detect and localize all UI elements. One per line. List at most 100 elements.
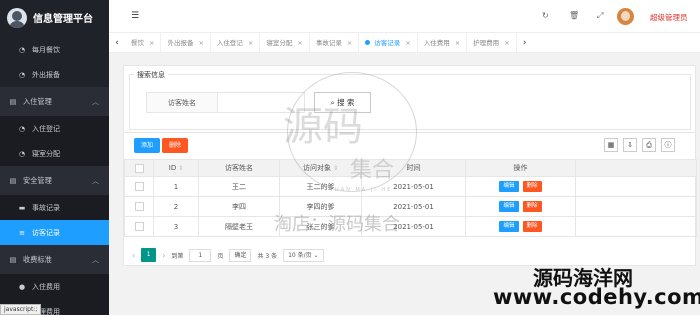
close-icon[interactable]: × (405, 39, 410, 47)
total-count: 共 3 条 (257, 252, 278, 260)
sidebar-item-meals[interactable]: ◔ 每月餐饮 (0, 37, 109, 62)
row-delete-button[interactable]: 删除 (522, 181, 542, 192)
print-icon[interactable]: ⎙ (642, 138, 656, 152)
browser-status-bar: javascript:; (0, 304, 42, 315)
close-icon[interactable]: × (149, 39, 154, 47)
close-icon[interactable]: × (248, 39, 253, 47)
app-root: 信息管理平台 ◔ 每月餐饮 ◔ 外出报备 ▤ 入住管理 ︿ ◔ 入住登记 ◔ 寝… (0, 0, 700, 315)
chevron-up-icon: ︿ (92, 177, 99, 185)
sidebar-group-fees[interactable]: ▤ 收费标准 ︿ (0, 245, 109, 274)
page-input[interactable]: 1 (189, 248, 212, 262)
select-all-checkbox[interactable] (124, 159, 154, 177)
col-header-time: 时间 (361, 159, 466, 177)
top-header: ☰ ↻ 🗑 ⤢ 超级管理员 (109, 0, 700, 33)
next-page-icon[interactable]: › (162, 251, 165, 260)
col-header-target[interactable]: 访问对象 ⇕ (279, 159, 362, 177)
sidebar-item-label: 入住费用 (32, 282, 60, 291)
delete-button[interactable]: 删除 (162, 138, 189, 153)
close-icon[interactable]: × (347, 39, 352, 47)
active-dot-icon (365, 39, 371, 45)
page-label: 页 (217, 252, 224, 260)
add-button[interactable]: 添加 (134, 138, 161, 153)
info-icon[interactable]: ⓘ (661, 138, 675, 152)
row-checkbox[interactable] (124, 176, 154, 197)
tab-visitor-records[interactable]: 访客记录 × (359, 33, 418, 52)
tab-checkin-fee[interactable]: 入住费用 × (418, 33, 468, 52)
visitor-name-label: 访客姓名 (146, 92, 218, 113)
columns-icon[interactable]: ▦ (604, 138, 618, 152)
cell-filler (575, 196, 697, 217)
confirm-page-button[interactable]: 确定 (229, 248, 252, 262)
sidebar-item-visitor-records[interactable]: ≡ 访客记录 (0, 220, 109, 245)
close-icon[interactable]: × (504, 39, 509, 47)
table-panel: 添加 删除 ▦ ⇩ ⎙ ⓘ ID ⇕ 访客姓名 访问对象 ⇕ 时间 操作 1 王… (123, 132, 697, 266)
cell-target: 张三的爹 (279, 216, 362, 237)
cell-actions: 编辑 删除 (465, 216, 576, 237)
close-icon[interactable]: × (297, 39, 302, 47)
app-logo: 信息管理平台 (0, 0, 109, 35)
search-icon: ⌕ (330, 98, 335, 107)
sidebar-group-checkin[interactable]: ▤ 入住管理 ︿ (0, 87, 109, 116)
sidebar-item-room-assign[interactable]: ◔ 寝室分配 (0, 141, 109, 166)
tab-meals[interactable]: 餐饮 × (125, 33, 162, 52)
sidebar-item-label: 每月餐饮 (32, 45, 60, 54)
chevron-down-icon: ⌄ (313, 251, 319, 259)
trash-icon[interactable]: 🗑 (569, 11, 579, 20)
tab-accident-records[interactable]: 事故记录 × (310, 33, 360, 52)
tab-checkin-register[interactable]: 入住登记 × (211, 33, 261, 52)
chevron-up-icon: ︿ (92, 98, 99, 106)
user-avatar[interactable] (617, 8, 634, 25)
page-current[interactable]: 1 (141, 248, 157, 262)
row-delete-button[interactable]: 删除 (522, 201, 542, 212)
row-delete-button[interactable]: 删除 (522, 221, 542, 232)
document-icon: ▤ (9, 176, 17, 185)
edit-button[interactable]: 编辑 (499, 181, 519, 192)
row-checkbox[interactable] (124, 216, 154, 237)
visitor-table: ID⇕ 访客姓名 访问对象⇕ 时间 操作 1 王二 王二的爹 2021-05 (124, 159, 697, 237)
app-title: 信息管理平台 (33, 14, 93, 25)
cell-filler (575, 176, 697, 197)
tab-outing[interactable]: 外出报备 × (161, 33, 211, 52)
sidebar-item-accident-records[interactable]: ▬ 事故记录 (0, 195, 109, 220)
cell-name: 王二 (198, 176, 280, 197)
refresh-icon[interactable]: ↻ (542, 11, 549, 20)
sidebar-item-checkin-fee[interactable]: ● 入住费用 (0, 274, 109, 299)
chevron-up-icon: ︿ (92, 256, 99, 264)
gauge-icon: ◔ (18, 45, 26, 54)
sort-icon[interactable]: ⇕ (333, 165, 338, 172)
col-header-id[interactable]: ID ⇕ (153, 159, 199, 177)
cell-actions: 编辑 删除 (465, 176, 576, 197)
fullscreen-icon[interactable]: ⤢ (597, 11, 603, 21)
close-icon[interactable]: × (198, 39, 203, 47)
sidebar-submenu-checkin: ◔ 入住登记 ◔ 寝室分配 (0, 116, 109, 166)
visitor-name-input[interactable] (217, 92, 305, 113)
search-button[interactable]: ⌕ 搜 索 (314, 92, 371, 113)
cell-id: 1 (153, 176, 199, 197)
edit-button[interactable]: 编辑 (499, 221, 519, 232)
tab-room-assign[interactable]: 寝室分配 × (260, 33, 310, 52)
edit-button[interactable]: 编辑 (499, 201, 519, 212)
tab-scroll-left-icon[interactable]: ‹ (109, 38, 125, 48)
close-icon[interactable]: × (455, 39, 460, 47)
row-checkbox[interactable] (124, 196, 154, 217)
cell-filler (575, 216, 697, 237)
menu-toggle-icon[interactable]: ☰ (131, 11, 139, 21)
export-icon[interactable]: ⇩ (623, 138, 637, 152)
sort-icon[interactable]: ⇕ (178, 165, 183, 172)
sidebar-item-checkin-register[interactable]: ◔ 入住登记 (0, 116, 109, 141)
sidebar-item-outing[interactable]: ◔ 外出报备 (0, 62, 109, 87)
tab-care-fee[interactable]: 护理费用 × (467, 33, 517, 52)
gauge-icon: ◔ (18, 124, 26, 133)
page-size-select[interactable]: 10 条/页 ⌄ (283, 248, 324, 262)
sidebar-group-label: 入住管理 (23, 96, 52, 106)
col-header-actions: 操作 (465, 159, 576, 177)
user-name[interactable]: 超级管理员 (650, 12, 688, 23)
cell-actions: 编辑 删除 (465, 196, 576, 217)
search-legend: 搜索信息 (134, 70, 168, 80)
sidebar-group-security[interactable]: ▤ 安全管理 ︿ (0, 166, 109, 195)
brand-url: www.codehy.com (493, 285, 700, 309)
tab-scroll-right-icon[interactable]: › (517, 38, 533, 48)
cell-time: 2021-05-01 (361, 216, 466, 237)
prev-page-icon[interactable]: ‹ (132, 251, 135, 260)
sidebar-submenu-security: ▬ 事故记录 ≡ 访客记录 (0, 195, 109, 245)
